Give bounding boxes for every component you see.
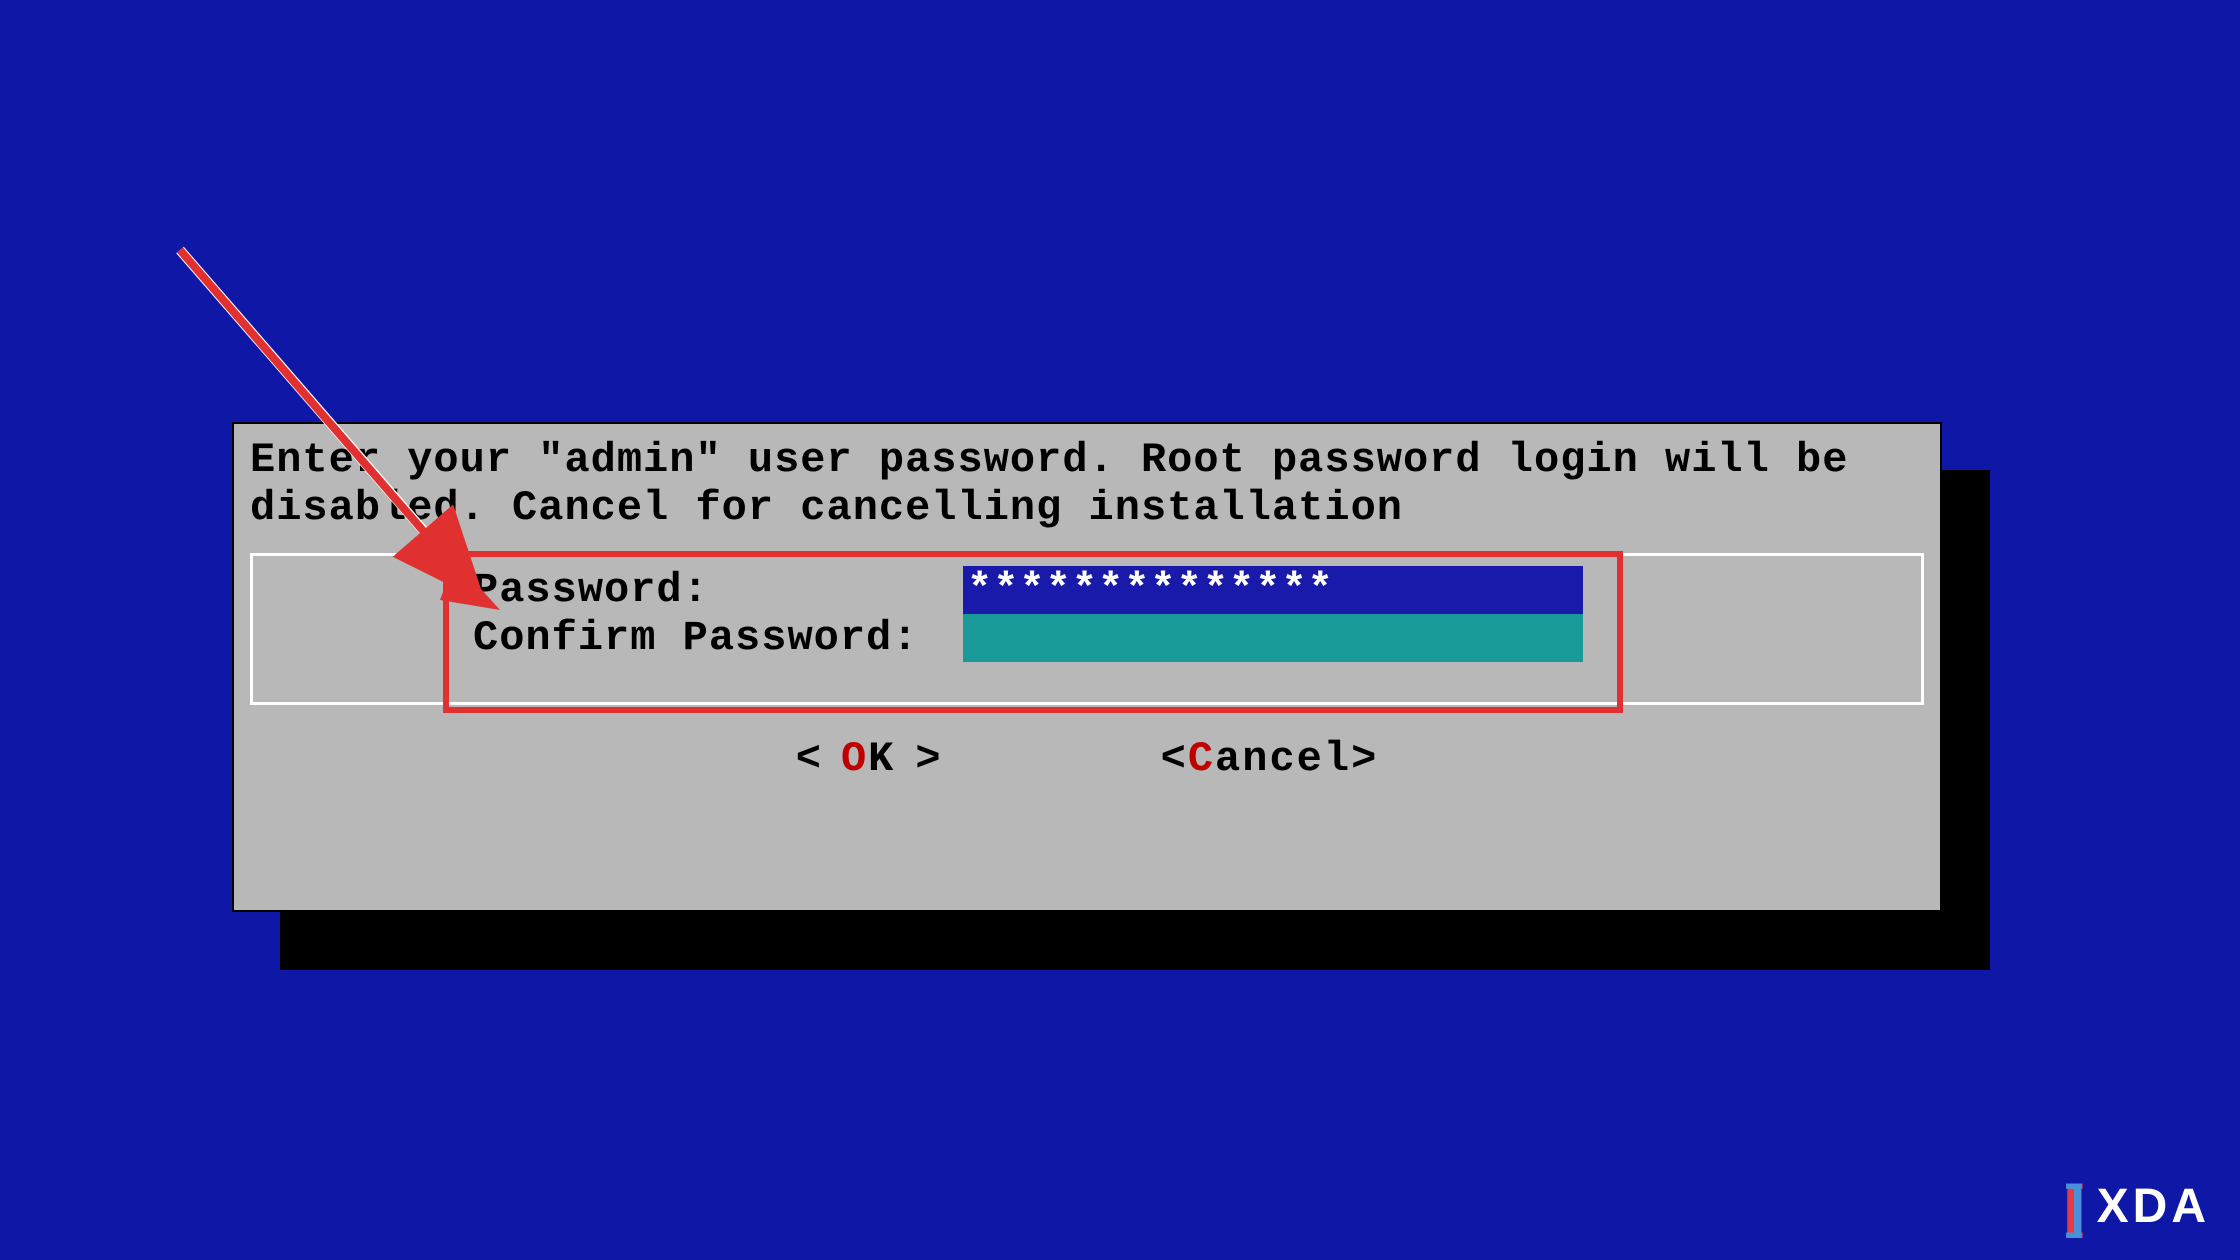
button-row: <OK> <Cancel>	[250, 735, 1924, 783]
password-dialog: Enter your "admin" user password. Root p…	[232, 422, 1942, 912]
password-row: Password:	[473, 566, 1911, 614]
confirm-password-row: Confirm Password:	[473, 614, 1911, 662]
xda-watermark: [ ] XDA	[2064, 1173, 2210, 1240]
dialog-message: Enter your "admin" user password. Root p…	[250, 436, 1924, 533]
password-input[interactable]	[963, 566, 1583, 614]
bracket-right-icon: ]	[2065, 1173, 2084, 1240]
xda-logo-text: XDA	[2097, 1179, 2210, 1234]
password-label: Password:	[473, 566, 963, 614]
form-container: Password: Confirm Password:	[250, 553, 1924, 705]
ok-button[interactable]: <OK>	[796, 735, 961, 783]
cancel-button[interactable]: <Cancel>	[1161, 735, 1379, 783]
confirm-password-label: Confirm Password:	[473, 614, 963, 662]
confirm-password-input[interactable]	[963, 614, 1583, 662]
